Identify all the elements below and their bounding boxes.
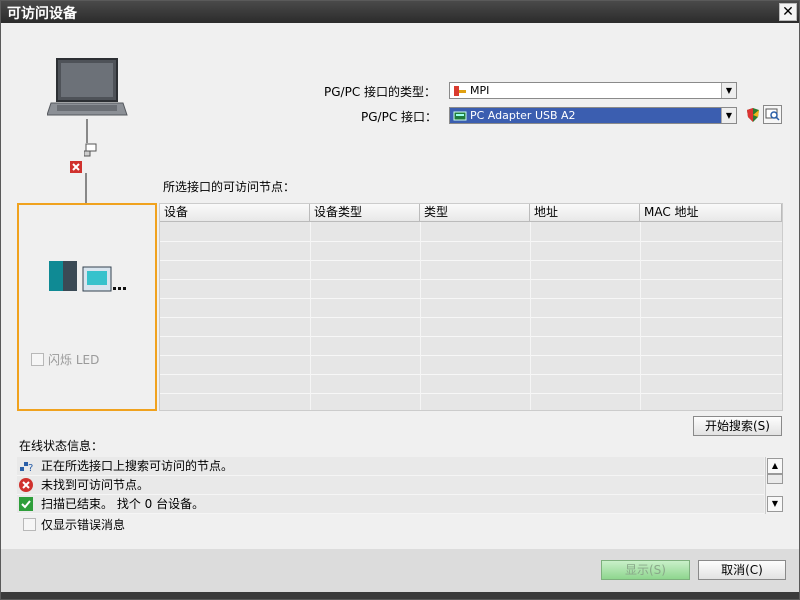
title-bar: 可访问设备 ✕ [1, 1, 799, 23]
column-divider [640, 222, 641, 410]
show-errors-only-label: 仅显示错误消息 [41, 518, 126, 532]
flash-led-check[interactable] [31, 353, 44, 366]
error-icon [19, 478, 33, 492]
interface-type-label: PG/PC 接口的类型： [324, 85, 437, 99]
show-errors-only-check[interactable] [23, 518, 36, 531]
table-row [160, 356, 782, 375]
nodes-label: 所选接口的可访问节点： [163, 180, 296, 194]
network-error-icon [70, 161, 82, 176]
close-icon[interactable]: ✕ [779, 3, 797, 21]
shield-icon[interactable] [745, 107, 761, 126]
interface-port-select[interactable]: PC Adapter USB A2 ▼ [449, 107, 737, 124]
table-row [160, 223, 782, 242]
connection-line [86, 119, 88, 143]
column-header-type[interactable]: 类型 [420, 204, 530, 222]
svg-text:?: ? [28, 463, 33, 473]
cable-connector-icon [83, 143, 98, 162]
list-item: 未找到可访问节点。 [17, 476, 764, 495]
diagnostics-icon[interactable] [763, 105, 782, 124]
column-header-device-type[interactable]: 设备类型 [310, 204, 420, 222]
pc-computer-icon [46, 57, 129, 124]
adapter-icon [453, 109, 467, 126]
status-message-text: 扫描已结束。 找个 0 台设备。 [41, 497, 205, 511]
scroll-down-icon[interactable]: ▼ [767, 496, 783, 512]
column-divider [310, 222, 311, 410]
interface-type-value: MPI [470, 84, 490, 97]
interface-port-value: PC Adapter USB A2 [470, 109, 576, 122]
start-search-button[interactable]: 开始搜索(S) [693, 416, 782, 436]
table-row [160, 375, 782, 394]
status-message-text: 未找到可访问节点。 [41, 478, 150, 492]
column-header-address[interactable]: 地址 [530, 204, 640, 222]
status-messages-list: ? 正在所选接口上搜索可访问的节点。 未找到可访问节点。 扫描已结束。 找个 0… [17, 457, 783, 514]
scrollbar[interactable]: ▲ ▼ [765, 457, 783, 514]
chevron-down-icon[interactable]: ▼ [721, 83, 736, 98]
status-message-text: 正在所选接口上搜索可访问的节点。 [41, 459, 234, 473]
column-divider [530, 222, 531, 410]
table-row [160, 242, 782, 261]
table-row [160, 261, 782, 280]
column-header-device[interactable]: 设备 [160, 204, 310, 222]
interface-type-select[interactable]: MPI ▼ [449, 82, 737, 99]
flash-led-checkbox[interactable]: 闪烁 LED [31, 351, 99, 368]
show-button[interactable]: 显示(S) [601, 560, 690, 580]
interface-port-label: PG/PC 接口： [361, 110, 438, 124]
flash-led-label: 闪烁 LED [48, 353, 100, 367]
scroll-thumb[interactable] [767, 474, 783, 484]
list-item: 扫描已结束。 找个 0 台设备。 [17, 495, 764, 514]
chevron-down-icon[interactable]: ▼ [721, 108, 736, 123]
scroll-up-icon[interactable]: ▲ [767, 458, 783, 474]
search-network-icon: ? [19, 459, 33, 474]
target-device-panel: 闪烁 LED [17, 203, 157, 411]
show-errors-only-checkbox[interactable]: 仅显示错误消息 [23, 516, 125, 533]
success-check-icon [19, 497, 33, 511]
column-header-mac-address[interactable]: MAC 地址 [640, 204, 782, 222]
table-row [160, 337, 782, 356]
table-row [160, 280, 782, 299]
table-row [160, 318, 782, 337]
cancel-button[interactable]: 取消(C) [698, 560, 786, 580]
node-table: 设备 设备类型 类型 地址 MAC 地址 [159, 203, 783, 411]
table-row [160, 299, 782, 318]
mpi-icon [453, 84, 467, 101]
list-item: ? 正在所选接口上搜索可访问的节点。 [17, 457, 764, 476]
column-divider [420, 222, 421, 410]
status-label: 在线状态信息： [19, 439, 104, 453]
window-bottom-edge [1, 592, 799, 599]
plc-device-icon [49, 259, 129, 296]
accessible-devices-dialog: 可访问设备 ✕ 闪烁 LED PG/PC 接口的类型： MPI ▼ PG/PC … [0, 0, 800, 600]
dialog-title: 可访问设备 [7, 6, 77, 22]
